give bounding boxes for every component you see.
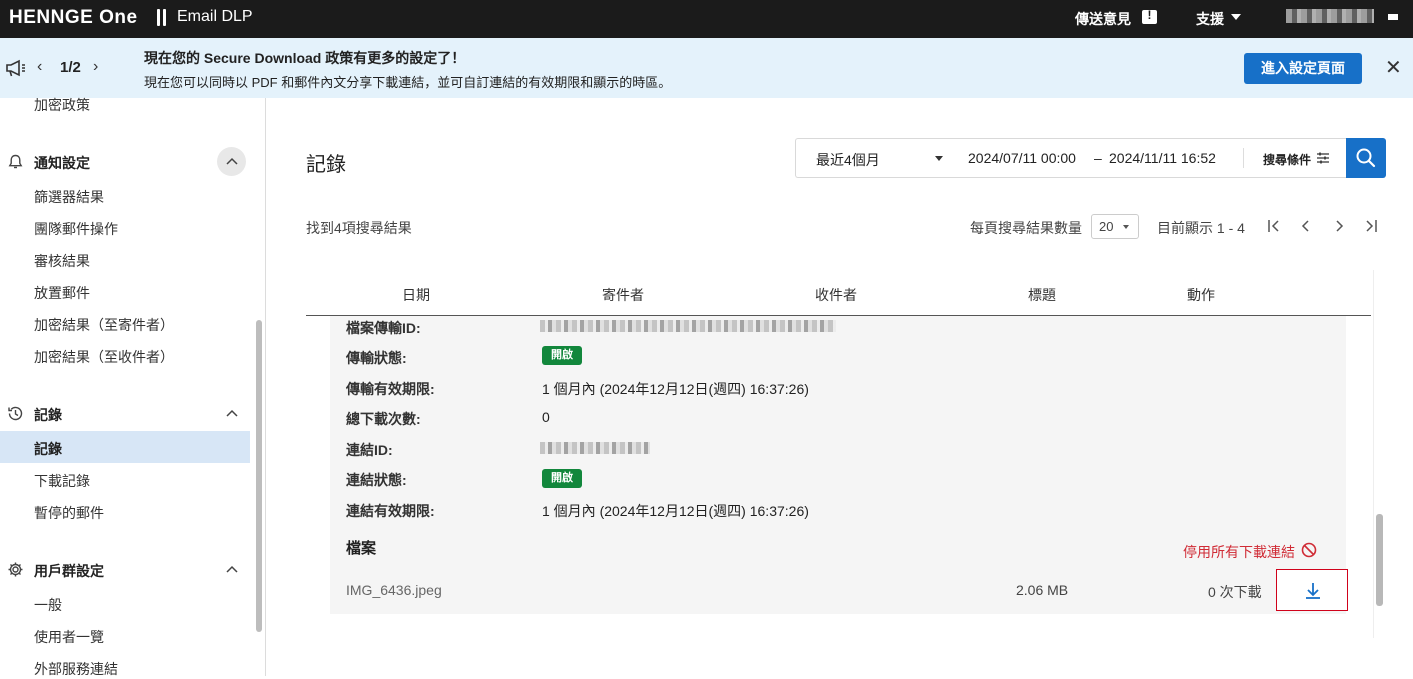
sidebar-item-placed-mail[interactable]: 放置郵件 [34,283,90,303]
sidebar-item-review-results[interactable]: 審核結果 [34,251,90,271]
file-size: 2.06 MB [1016,582,1069,598]
sidebar-item-encrypt-to-recipient[interactable]: 加密結果（至收件者） [34,347,174,367]
chevron-down-icon[interactable] [1231,14,1241,20]
divider-icon [157,9,167,26]
total-downloads-value: 0 [542,409,550,425]
total-downloads-label: 總下載次數: [346,411,421,427]
transfer-id-redacted [540,320,836,332]
first-page-icon[interactable] [1265,216,1283,236]
download-icon [1306,583,1320,599]
date-separator: – [1094,150,1102,166]
sidebar-item-users[interactable]: 使用者一覽 [34,627,104,647]
column-subject[interactable]: 標題 [1028,285,1056,305]
sidebar [0,98,266,676]
sidebar-item-logs[interactable]: 記錄 [34,439,62,459]
sidebar-section-notifications[interactable]: 通知設定 [34,153,90,173]
per-page-label: 每頁搜尋結果數量 [970,220,1082,236]
block-icon[interactable] [1301,542,1317,558]
transfer-status-badge: 開啟 [542,346,582,365]
transfer-expiry-label: 傳輸有效期限: [346,381,435,397]
henngeone-logo[interactable]: HENNGE One [9,7,138,29]
sidebar-item-filter-results[interactable]: 篩選器結果 [34,187,104,207]
files-heading: 檔案 [346,540,377,557]
history-icon [8,406,23,421]
sidebar-item-encryption-policy[interactable]: 加密政策 [34,95,90,115]
result-count: 找到4項搜尋結果 [306,220,412,236]
date-to-input[interactable]: 2024/11/11 16:52 [1109,150,1216,166]
link-id-redacted [540,442,650,454]
caret-down-icon[interactable] [935,156,943,161]
sidebar-item-encrypt-to-sender[interactable]: 加密結果（至寄件者） [34,315,174,335]
last-page-icon[interactable] [1362,216,1380,236]
megaphone-icon [6,59,25,77]
search-icon [1356,148,1376,168]
page-title: 記錄 [306,154,346,176]
user-menu-icon[interactable] [1388,14,1398,20]
banner-title: 現在您的 Secure Download 政策有更多的設定了！ [144,50,466,66]
link-id-label: 連結ID: [346,442,393,458]
support-menu[interactable]: 支援 [1196,9,1224,29]
link-expiry-label: 連結有效期限: [346,503,435,519]
column-recipient[interactable]: 收件者 [815,285,857,305]
top-bar: HENNGE One Email DLP 傳送意見 支援 [0,0,1413,38]
go-to-settings-button[interactable]: 進入設定頁面 [1244,53,1362,84]
file-download-count: 0 次下載 [1208,584,1262,600]
search-conditions-button[interactable]: 搜尋條件 [1263,151,1311,168]
chevron-up-icon[interactable] [224,156,240,166]
transfer-id-label: 檔案傳輸ID: [346,320,421,336]
transfer-status-label: 傳輸狀態: [346,350,407,366]
file-name: IMG_6436.jpeg [346,582,442,598]
row-detail-panel [330,316,1346,614]
search-button[interactable] [1346,138,1386,178]
column-actions: 動作 [1187,287,1215,303]
disable-all-links-button[interactable]: 停用所有下載連結 [1183,542,1295,562]
filter-divider [1243,148,1244,168]
sidebar-item-general[interactable]: 一般 [34,595,62,615]
sidebar-section-tenant-settings[interactable]: 用戶群設定 [34,561,104,581]
feedback-icon[interactable] [1142,8,1157,24]
table-scroll-thumb[interactable] [1376,514,1383,606]
prev-page-icon[interactable] [1297,216,1315,236]
gear-icon [8,562,23,577]
sidebar-scroll-thumb[interactable] [256,320,262,632]
sidebar-item-download-logs[interactable]: 下載記錄 [34,471,90,491]
bell-icon [8,154,23,169]
link-status-badge: 開啟 [542,469,582,488]
link-status-label: 連結狀態: [346,472,407,488]
chevron-up-icon[interactable] [224,408,240,418]
close-icon[interactable]: ✕ [1385,57,1402,79]
column-sender[interactable]: 寄件者 [602,285,644,305]
caret-down-icon[interactable] [1123,225,1129,229]
user-menu-redacted[interactable] [1286,9,1374,23]
column-date[interactable]: 日期 [402,285,430,305]
sidebar-item-team-mail[interactable]: 團隊郵件操作 [34,219,118,239]
chevron-up-icon[interactable] [224,564,240,574]
banner-body: 現在您可以同時以 PDF 和郵件內文分享下載連結，並可自訂連結的有效期限和顯示的… [144,75,672,90]
transfer-expiry-value: 1 個月內 (2024年12月12日(週四) 16:37:26) [542,381,809,397]
sliders-icon[interactable] [1316,151,1330,165]
sidebar-item-external-services[interactable]: 外部服務連結 [34,659,118,679]
next-page-icon[interactable] [1330,216,1348,236]
app-name: Email DLP [177,8,253,25]
sidebar-item-paused-mail[interactable]: 暫停的郵件 [34,503,104,523]
banner-next-button[interactable]: › [93,58,98,76]
date-range-select[interactable]: 最近4個月 [816,150,880,170]
banner-pager: 1/2 [60,59,81,76]
feedback-link[interactable]: 傳送意見 [1075,9,1131,29]
showing-range: 目前顯示 1 - 4 [1157,220,1245,236]
sidebar-section-logs[interactable]: 記錄 [34,405,62,425]
per-page-value[interactable]: 20 [1099,219,1113,234]
download-button[interactable] [1276,569,1348,611]
banner-prev-button[interactable]: ‹ [37,58,42,76]
date-from-input[interactable]: 2024/07/11 00:00 [968,150,1076,166]
link-expiry-value: 1 個月內 (2024年12月12日(週四) 16:37:26) [542,503,809,519]
